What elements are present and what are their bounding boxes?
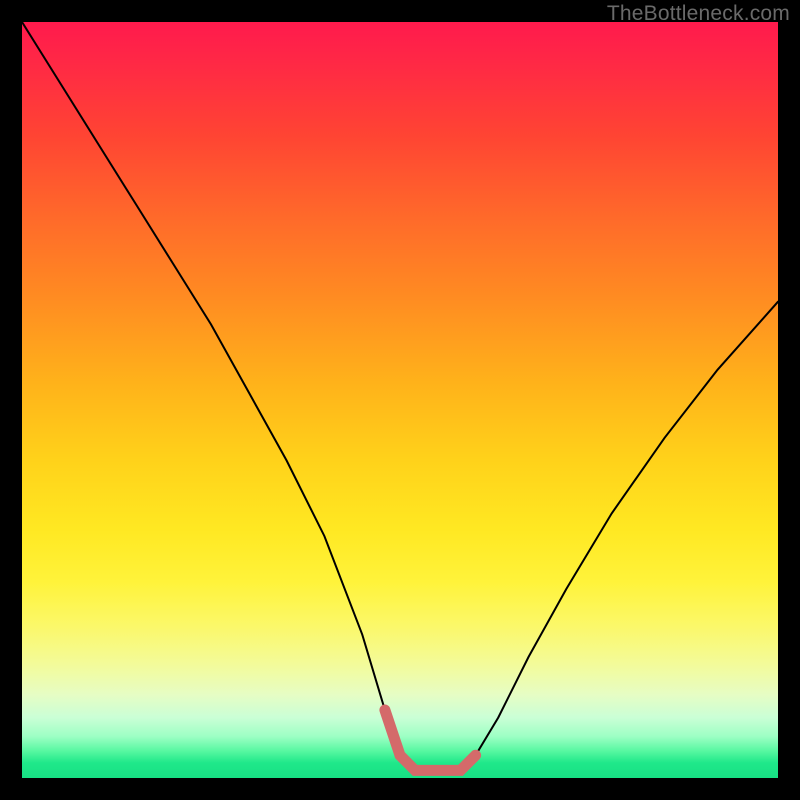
chart-plot-area — [22, 22, 778, 778]
chart-frame: TheBottleneck.com — [0, 0, 800, 800]
watermark-text: TheBottleneck.com — [607, 2, 790, 26]
bottleneck-curve — [22, 22, 778, 770]
chart-svg — [22, 22, 778, 778]
highlight-band — [385, 710, 476, 770]
